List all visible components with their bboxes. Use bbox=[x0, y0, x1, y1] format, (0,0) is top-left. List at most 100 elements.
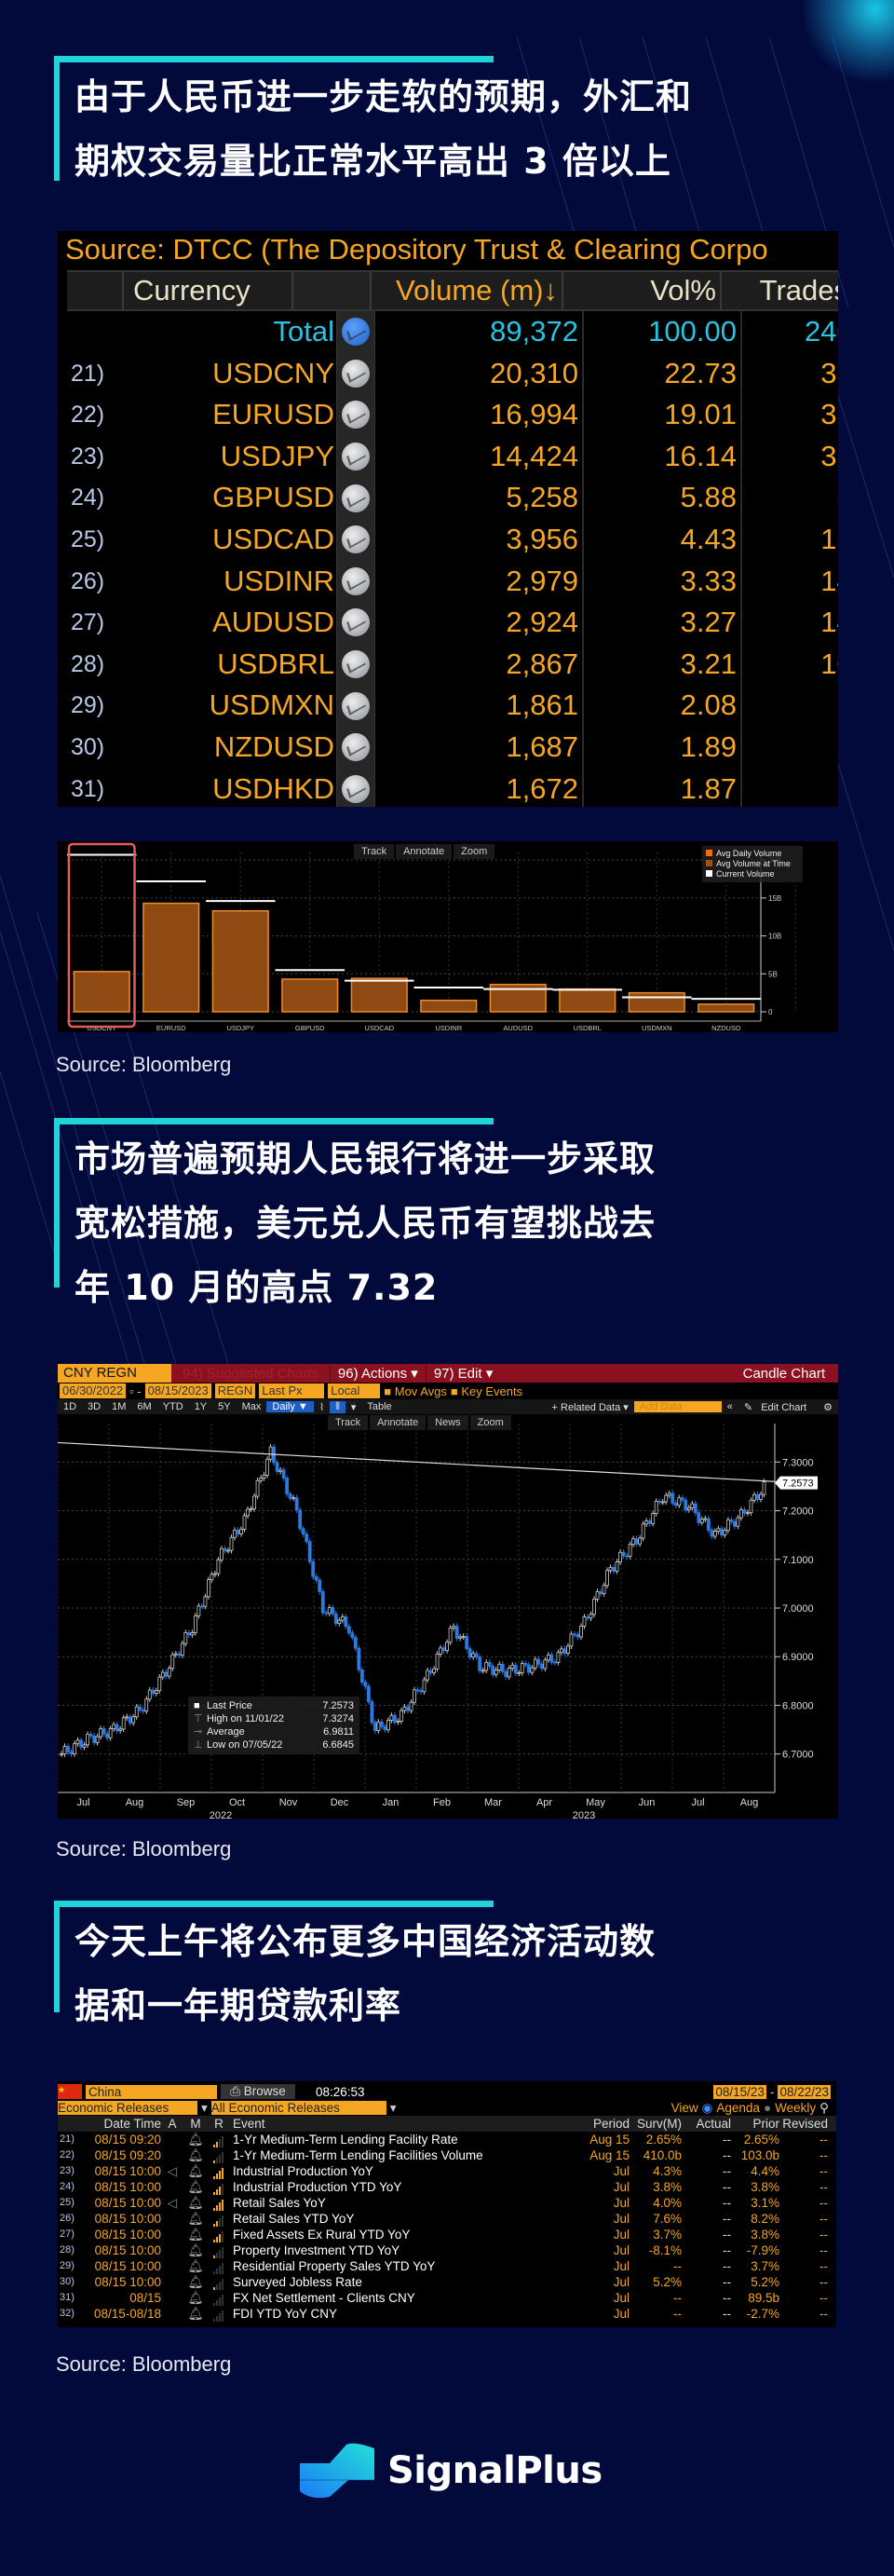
alert-icon[interactable] bbox=[161, 2290, 183, 2306]
chart-icon[interactable] bbox=[342, 691, 370, 720]
zoom-button[interactable]: Zoom bbox=[454, 844, 495, 859]
currency-pair[interactable]: GBPUSD bbox=[122, 477, 336, 519]
table-row[interactable]: 27) AUDUSD 2,924 3.27 143 bbox=[67, 602, 838, 644]
currency-pair[interactable]: EURUSD bbox=[122, 394, 336, 436]
row-number[interactable]: 26) bbox=[67, 561, 122, 603]
release-row[interactable]: 22) 08/15 09:20 🔔︎ 1-Yr Medium-Term Lendi… bbox=[58, 2147, 836, 2163]
chart-icon[interactable] bbox=[342, 525, 370, 554]
release-row[interactable]: 23) 08/15 10:00 ◁ 🔔︎ Industrial Productio… bbox=[58, 2163, 836, 2179]
bell-icon[interactable]: 🔔︎ bbox=[183, 2179, 208, 2195]
period-3d[interactable]: 3D bbox=[82, 1401, 106, 1412]
table-button[interactable]: Table bbox=[361, 1401, 397, 1412]
currency-pair[interactable]: USDMXN bbox=[122, 685, 336, 727]
bell-icon[interactable]: 🔔︎ bbox=[183, 2242, 208, 2258]
alert-icon[interactable] bbox=[161, 2211, 183, 2227]
chart-icon[interactable] bbox=[342, 733, 370, 762]
row-number[interactable]: 27) bbox=[67, 602, 122, 644]
agenda-radio[interactable]: ◉ bbox=[702, 2101, 713, 2116]
period-1y[interactable]: 1Y bbox=[189, 1401, 212, 1412]
release-row[interactable]: 25) 08/15 10:00 ◁ 🔔︎ Retail Sales YoY Jul… bbox=[58, 2195, 836, 2211]
event-name[interactable]: 1-Yr Medium-Term Lending Facilities Volu… bbox=[230, 2147, 583, 2163]
release-row[interactable]: 31) 08/15 🔔︎ FX Net Settlement - Clients … bbox=[58, 2290, 836, 2306]
bell-icon[interactable]: 🔔︎ bbox=[183, 2132, 208, 2147]
line-chart-icon[interactable]: ⌇ bbox=[314, 1401, 330, 1413]
row-number[interactable]: 30) bbox=[67, 727, 122, 769]
release-filter-select[interactable]: All Economic Releases bbox=[210, 2101, 386, 2115]
news-button[interactable]: News bbox=[427, 1415, 468, 1430]
alert-icon[interactable] bbox=[161, 2147, 183, 2163]
zoom-button[interactable]: Zoom bbox=[469, 1415, 511, 1430]
alert-icon[interactable] bbox=[161, 2132, 183, 2147]
currency-pair[interactable]: USDHKD bbox=[122, 769, 336, 807]
bell-icon[interactable]: 🔔︎ bbox=[183, 2306, 208, 2322]
release-row[interactable]: 30) 08/15 10:00 🔔︎ Surveyed Jobless Rate … bbox=[58, 2274, 836, 2290]
period-1m[interactable]: 1M bbox=[106, 1401, 131, 1412]
alert-icon[interactable] bbox=[161, 2242, 183, 2258]
currency-pair[interactable]: USDCNY bbox=[122, 353, 336, 395]
annotate-button[interactable]: Annotate bbox=[396, 844, 453, 859]
currency-pair[interactable]: USDINR bbox=[122, 561, 336, 603]
bell-icon[interactable]: 🔔︎ bbox=[183, 2211, 208, 2227]
event-name[interactable]: Fixed Assets Ex Rural YTD YoY bbox=[230, 2227, 583, 2242]
column-header-a[interactable]: A bbox=[161, 2116, 183, 2132]
column-header-r[interactable]: R bbox=[208, 2116, 230, 2132]
ticker-input[interactable]: CNY REGN Curncy bbox=[58, 1364, 171, 1399]
chart-icon[interactable] bbox=[342, 401, 370, 429]
currency-pair[interactable]: NZDUSD bbox=[122, 727, 336, 769]
field-regn[interactable]: REGN bbox=[214, 1383, 256, 1398]
table-row[interactable]: 30) NZDUSD 1,687 1.89 52 bbox=[67, 726, 838, 769]
bell-icon[interactable]: 🔔︎ bbox=[183, 2227, 208, 2242]
currency-pair[interactable]: USDBRL bbox=[122, 644, 336, 686]
row-number[interactable]: 25) bbox=[67, 519, 122, 561]
row-number[interactable]: 29) bbox=[67, 685, 122, 727]
chart-icon[interactable] bbox=[342, 566, 370, 595]
event-name[interactable]: 1-Yr Medium-Term Lending Facility Rate bbox=[230, 2132, 583, 2147]
column-header-currency[interactable]: Currency bbox=[124, 272, 293, 309]
row-number[interactable]: 24) bbox=[67, 477, 122, 519]
table-row[interactable]: 23) USDJPY 14,424 16.14 329 bbox=[67, 435, 838, 478]
column-header-survey[interactable]: Surv(M) bbox=[630, 2116, 682, 2132]
country-input[interactable]: China bbox=[86, 2084, 217, 2099]
date-to-input[interactable]: 08/22/23 bbox=[778, 2084, 831, 2099]
table-row[interactable]: 31) USDHKD 1,672 1.87 13 bbox=[67, 768, 838, 807]
event-name[interactable]: Industrial Production YoY bbox=[230, 2163, 583, 2179]
table-row[interactable]: 22) EURUSD 16,994 19.01 335 bbox=[67, 394, 838, 436]
event-name[interactable]: Residential Property Sales YTD YoY bbox=[230, 2258, 583, 2274]
alert-icon[interactable] bbox=[161, 2274, 183, 2290]
currency-pair[interactable]: USDCAD bbox=[122, 519, 336, 561]
chart-icon[interactable] bbox=[342, 774, 370, 803]
field-last-px[interactable]: Last Px bbox=[259, 1383, 325, 1398]
alert-icon[interactable] bbox=[161, 2179, 183, 2195]
track-button[interactable]: Track bbox=[354, 844, 395, 859]
table-row[interactable]: 25) USDCAD 3,956 4.43 139 bbox=[67, 518, 838, 561]
gear-icon[interactable]: ⚙ bbox=[818, 1401, 838, 1413]
chart-icon[interactable] bbox=[342, 318, 370, 347]
release-row[interactable]: 27) 08/15 10:00 🔔︎ Fixed Assets Ex Rural … bbox=[58, 2227, 836, 2242]
table-row[interactable]: 21) USDCNY 20,310 22.73 383 bbox=[67, 352, 838, 395]
release-row[interactable]: 29) 08/15 10:00 🔔︎ Residential Property S… bbox=[58, 2258, 836, 2274]
event-name[interactable]: Industrial Production YTD YoY bbox=[230, 2179, 583, 2195]
table-row[interactable]: 29) USDMXN 1,861 2.08 94 bbox=[67, 685, 838, 727]
row-number[interactable]: 23) bbox=[67, 436, 122, 478]
bell-icon[interactable]: 🔔︎ bbox=[183, 2290, 208, 2306]
candle-chart-icon[interactable]: ⫴ bbox=[330, 1400, 345, 1413]
release-row[interactable]: 26) 08/15 10:00 🔔︎ Retail Sales YTD YoY J… bbox=[58, 2211, 836, 2227]
row-number[interactable]: 28) bbox=[67, 644, 122, 686]
column-header-event[interactable]: Event bbox=[230, 2116, 583, 2132]
event-name[interactable]: FX Net Settlement - Clients CNY bbox=[230, 2290, 583, 2306]
key-events-checkbox[interactable]: ■ Key Events bbox=[451, 1384, 522, 1398]
alert-icon[interactable] bbox=[161, 2306, 183, 2322]
alert-icon[interactable] bbox=[161, 2227, 183, 2242]
release-row[interactable]: 24) 08/15 10:00 🔔︎ Industrial Production … bbox=[58, 2179, 836, 2195]
bell-icon[interactable]: 🔔︎ bbox=[183, 2195, 208, 2211]
chart-icon[interactable] bbox=[342, 443, 370, 471]
bell-icon[interactable]: 🔔︎ bbox=[183, 2163, 208, 2179]
chart-icon[interactable] bbox=[342, 484, 370, 512]
date-from-input[interactable]: 08/15/23 bbox=[713, 2084, 766, 2099]
weekly-radio[interactable]: ● bbox=[764, 2101, 771, 2115]
alert-icon[interactable] bbox=[161, 2258, 183, 2274]
event-name[interactable]: Surveyed Jobless Rate bbox=[230, 2274, 583, 2290]
track-button[interactable]: Track bbox=[328, 1415, 369, 1430]
frequency-select[interactable]: Daily ▼ bbox=[266, 1401, 314, 1412]
currency-pair[interactable]: AUDUSD bbox=[122, 602, 336, 644]
